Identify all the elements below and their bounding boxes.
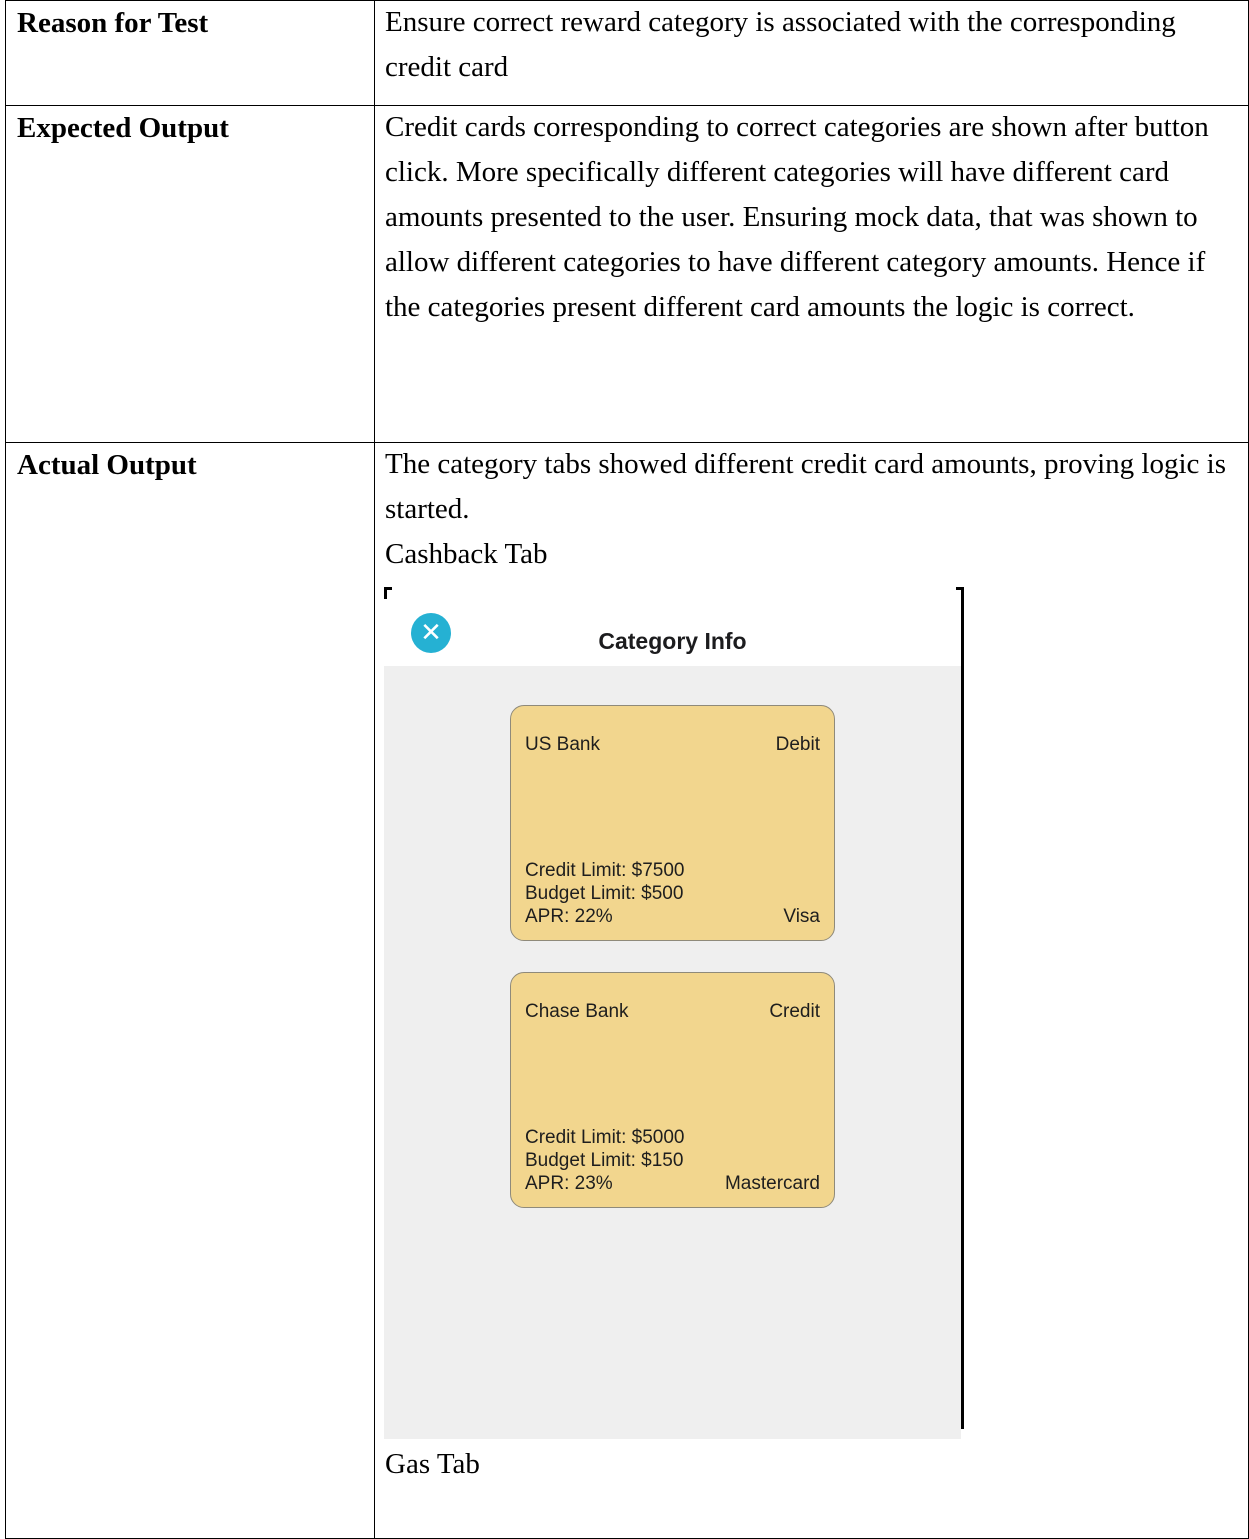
test-case-table: Reason for Test Ensure correct reward ca… <box>5 0 1249 1539</box>
expected-cell: Credit cards corresponding to correct ca… <box>374 105 1249 443</box>
card-budget-limit: Budget Limit: $500 <box>525 883 684 904</box>
credit-card[interactable]: Chase Bank Credit Credit Limit: $5000 Bu… <box>510 972 835 1208</box>
card-details: Credit Limit: $5000 Budget Limit: $150 A… <box>525 1126 684 1195</box>
card-network: Mastercard <box>724 1173 820 1194</box>
crop-mark <box>956 587 964 590</box>
reason-row: Reason for Test Ensure correct reward ca… <box>5 0 1249 106</box>
cashback-tab-caption: Cashback Tab <box>385 538 548 570</box>
card-credit-limit: Credit Limit: $5000 <box>525 1127 685 1148</box>
card-budget-limit: Budget Limit: $150 <box>525 1150 684 1171</box>
card-details: Credit Limit: $7500 Budget Limit: $500 A… <box>525 859 684 928</box>
card-list: US Bank Debit Credit Limit: $7500 Budget… <box>384 666 961 1439</box>
card-bank: Chase Bank <box>525 1001 629 1022</box>
gas-tab-caption: Gas Tab <box>385 1448 480 1480</box>
credit-card[interactable]: US Bank Debit Credit Limit: $7500 Budget… <box>510 705 835 941</box>
crop-mark <box>384 587 392 590</box>
expected-text: Credit cards corresponding to correct ca… <box>385 111 1209 323</box>
expected-label: Expected Output <box>5 105 375 443</box>
app-screenshot: ✕ Category Info US Bank Debit Credit Lim… <box>384 587 964 1442</box>
card-type: Debit <box>775 734 820 755</box>
modal-title: Category Info <box>598 628 747 654</box>
actual-text: The category tabs showed different credi… <box>385 448 1227 525</box>
reason-text: Ensure correct reward category is associ… <box>385 6 1176 83</box>
card-apr: APR: 23% <box>525 1173 613 1194</box>
actual-cell: The category tabs showed different credi… <box>374 442 1249 1539</box>
expected-row: Expected Output Credit cards correspondi… <box>5 105 1249 443</box>
card-bank: US Bank <box>525 734 600 755</box>
screenshot-border <box>961 587 964 1429</box>
modal-header: ✕ Category Info <box>384 599 961 666</box>
reason-label: Reason for Test <box>5 0 375 106</box>
reason-cell: Ensure correct reward category is associ… <box>374 0 1249 106</box>
card-network: Visa <box>783 906 820 927</box>
card-apr: APR: 22% <box>525 906 613 927</box>
actual-row: Actual Output The category tabs showed d… <box>5 442 1249 1539</box>
card-type: Credit <box>769 1001 820 1022</box>
actual-label: Actual Output <box>5 442 375 1539</box>
card-credit-limit: Credit Limit: $7500 <box>525 860 685 881</box>
